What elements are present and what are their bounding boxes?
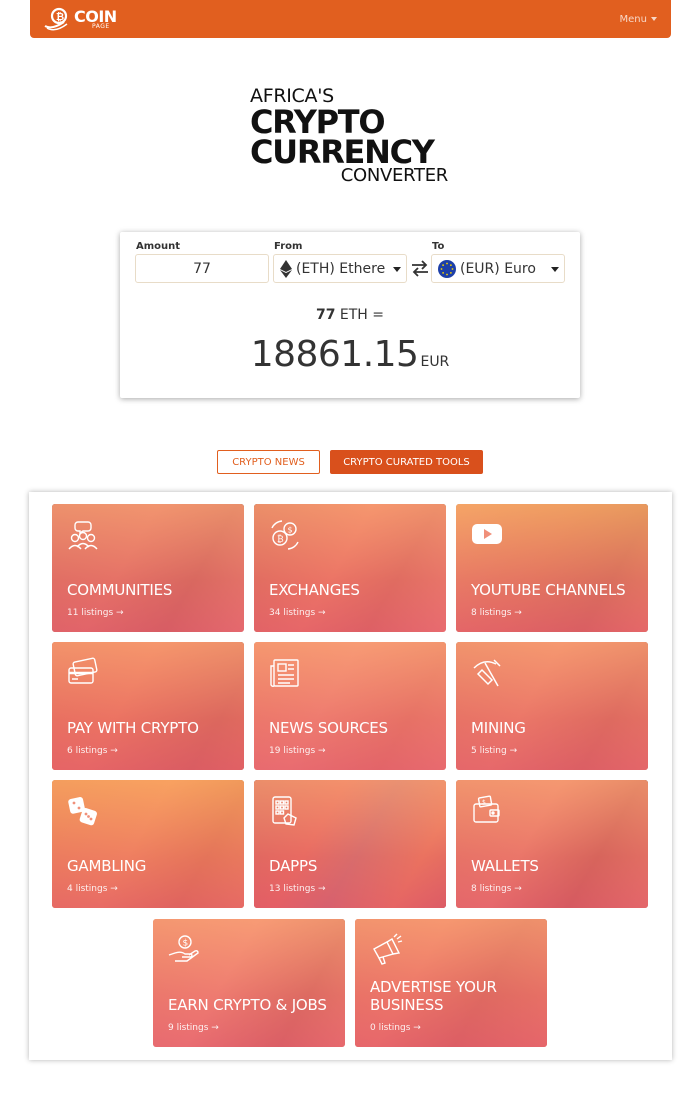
app-grid-icon bbox=[272, 796, 297, 826]
top-navbar: ₿ COIN PAGE Menu bbox=[30, 0, 671, 38]
category-title: NEWS SOURCES bbox=[269, 719, 388, 737]
category-title: COMMUNITIES bbox=[67, 581, 173, 599]
from-currency-select[interactable]: (ETH) Ethere bbox=[273, 254, 407, 283]
category-count: 11 listings → bbox=[67, 608, 124, 618]
category-tile-gambling[interactable]: GAMBLING 4 listings → bbox=[52, 780, 244, 908]
svg-text:$: $ bbox=[183, 939, 189, 949]
category-count: 34 listings → bbox=[269, 608, 326, 618]
category-title: GAMBLING bbox=[67, 857, 147, 875]
newspaper-icon bbox=[270, 659, 299, 687]
to-currency-value: (EUR) Euro bbox=[460, 260, 536, 277]
category-tile-dapps[interactable]: DAPPS 13 listings → bbox=[254, 780, 446, 908]
category-count: 19 listings → bbox=[269, 746, 326, 756]
category-count: 4 listings → bbox=[67, 884, 118, 894]
to-currency-select[interactable]: (EUR) Euro bbox=[431, 254, 565, 283]
result-amount: 77 bbox=[315, 307, 336, 323]
hero-line-currency: CURRENCY bbox=[250, 133, 435, 171]
category-title: EXCHANGES bbox=[269, 581, 360, 599]
category-tile-advertise-your-business[interactable]: ADVERTISE YOUR BUSINESS 0 listings → bbox=[355, 919, 547, 1047]
category-count: 9 listings → bbox=[168, 1023, 219, 1033]
svg-text:₿: ₿ bbox=[277, 534, 284, 545]
result-value: 18861.15 bbox=[250, 334, 419, 375]
svg-text:$: $ bbox=[482, 799, 486, 806]
category-count: 6 listings → bbox=[67, 746, 118, 756]
ethereum-icon bbox=[280, 259, 292, 278]
category-title: MINING bbox=[471, 719, 526, 737]
category-title: PAY WITH CRYPTO bbox=[67, 719, 199, 737]
svg-text:$: $ bbox=[288, 526, 293, 535]
category-tile-mining[interactable]: MINING 5 listing → bbox=[456, 642, 648, 770]
curated-tools-panel: COMMUNITIES 11 listings → ₿ $ EXCHANGES … bbox=[29, 492, 672, 1060]
hand-coin-icon: $ bbox=[168, 935, 199, 962]
coin-exchange-icon: ₿ $ bbox=[271, 520, 299, 550]
coinpage-logo[interactable]: ₿ COIN PAGE bbox=[42, 6, 117, 32]
amount-input[interactable] bbox=[135, 254, 269, 283]
category-count: 8 listings → bbox=[471, 884, 522, 894]
category-tile-news-sources[interactable]: NEWS SOURCES 19 listings → bbox=[254, 642, 446, 770]
chevron-down-icon bbox=[393, 267, 401, 272]
category-title: ADVERTISE YOUR BUSINESS bbox=[370, 978, 497, 1014]
category-count: 5 listing → bbox=[471, 746, 518, 756]
menu-dropdown-toggle[interactable]: Menu bbox=[620, 14, 657, 25]
caret-down-icon bbox=[651, 17, 657, 21]
category-count: 8 listings → bbox=[471, 608, 522, 618]
category-tile-youtube-channels[interactable]: YOUTUBE CHANNELS 8 listings → bbox=[456, 504, 648, 632]
credit-card-icon bbox=[68, 657, 98, 684]
conversion-equation: 77 ETH = bbox=[120, 307, 580, 323]
wallet-icon: $ bbox=[473, 795, 500, 823]
svg-text:₿: ₿ bbox=[56, 11, 64, 23]
category-tile-communities[interactable]: COMMUNITIES 11 listings → bbox=[52, 504, 244, 632]
category-tile-earn-crypto-jobs[interactable]: $ EARN CRYPTO & JOBS 9 listings → bbox=[153, 919, 345, 1047]
category-title: WALLETS bbox=[471, 857, 539, 875]
conversion-result: 18861.15 EUR bbox=[120, 334, 580, 375]
crypto-news-tab[interactable]: CRYPTO NEWS bbox=[217, 450, 320, 474]
menu-label: Menu bbox=[619, 13, 647, 25]
result-from-unit: ETH = bbox=[339, 307, 385, 323]
to-label: To bbox=[432, 241, 445, 252]
dice-icon bbox=[68, 797, 97, 826]
category-tile-pay-with-crypto[interactable]: PAY WITH CRYPTO 6 listings → bbox=[52, 642, 244, 770]
swap-arrows-icon[interactable] bbox=[410, 258, 430, 278]
result-unit: EUR bbox=[420, 354, 450, 370]
coin-logo-icon: ₿ bbox=[44, 7, 68, 31]
category-title: EARN CRYPTO & JOBS bbox=[168, 996, 327, 1014]
category-title: YOUTUBE CHANNELS bbox=[471, 581, 626, 599]
eu-flag-icon bbox=[438, 259, 456, 278]
people-chat-icon bbox=[68, 521, 98, 550]
chevron-down-icon bbox=[551, 267, 559, 272]
pickaxe-icon bbox=[473, 659, 501, 687]
category-title: DAPPS bbox=[269, 857, 318, 875]
category-tile-exchanges[interactable]: ₿ $ EXCHANGES 34 listings → bbox=[254, 504, 446, 632]
category-tile-wallets[interactable]: $ WALLETS 8 listings → bbox=[456, 780, 648, 908]
logo-subtext: PAGE bbox=[92, 22, 110, 30]
megaphone-icon bbox=[373, 933, 403, 965]
youtube-play-icon bbox=[472, 524, 502, 544]
crypto-curated-tools-tab[interactable]: CRYPTO CURATED TOOLS bbox=[330, 450, 483, 474]
category-count: 13 listings → bbox=[269, 884, 326, 894]
from-label: From bbox=[274, 241, 303, 252]
currency-converter-card: Amount From To (ETH) Ethere (EUR) Euro 7… bbox=[120, 232, 580, 398]
amount-label: Amount bbox=[136, 241, 181, 252]
from-currency-value: (ETH) Ethere bbox=[296, 260, 386, 277]
hero-title: AFRICA'S CRYPTO CURRENCY CONVERTER bbox=[250, 86, 450, 185]
category-count: 0 listings → bbox=[370, 1023, 421, 1033]
